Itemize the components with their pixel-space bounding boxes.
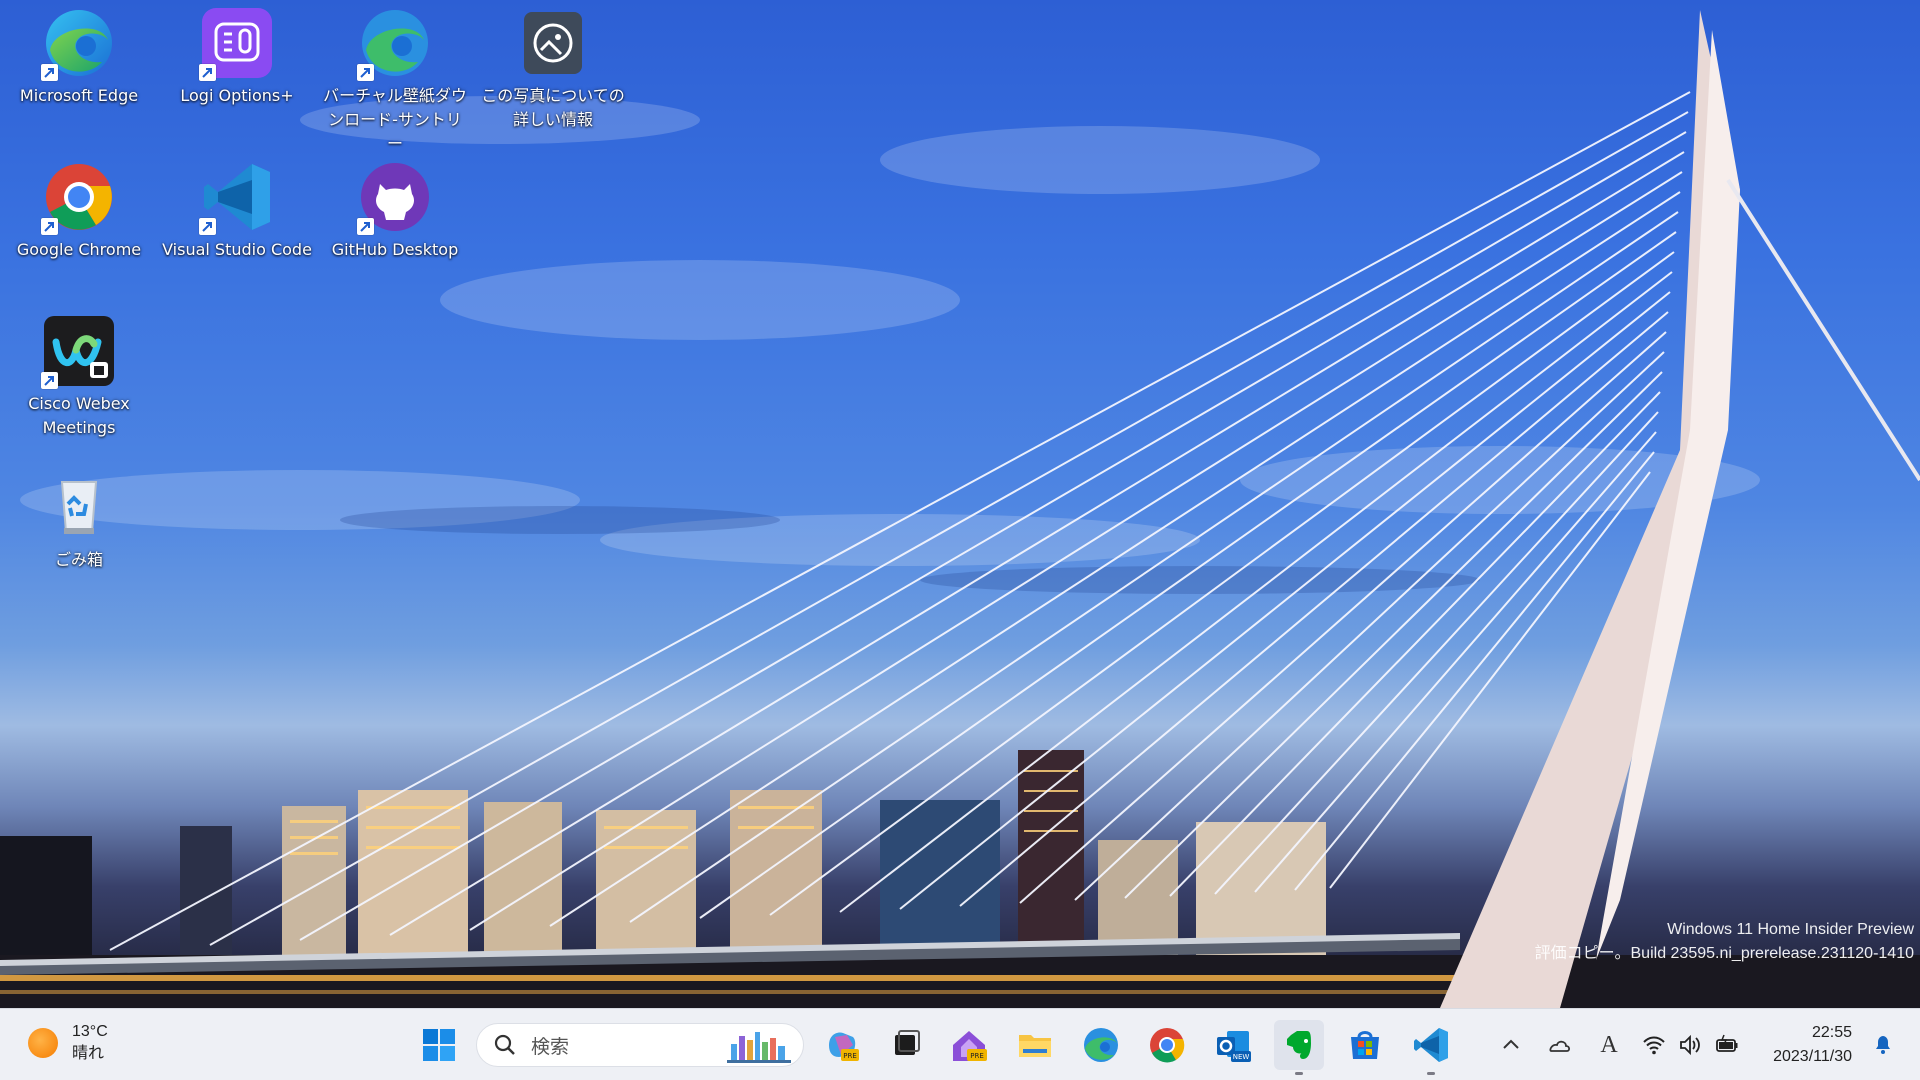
vscode-icon (199, 160, 274, 235)
desktop-icon-photo-info[interactable]: この写真についての詳しい情報 (474, 6, 632, 132)
desktop-icon-label: ごみ箱 (54, 550, 103, 569)
desktop-icon-cisco-webex[interactable]: Cisco Webex Meetings (0, 314, 158, 440)
file-explorer-icon (1019, 1035, 1051, 1057)
notification-bell-icon[interactable] (1870, 1031, 1896, 1057)
taskbar: 13°C 晴れ 検索 PRE PRE NEW A 22:55 2023/11/3… (0, 1008, 1920, 1080)
desktop-icon-label: バーチャル壁紙ダウンロード-サントリー (323, 86, 467, 153)
edge-icon (357, 6, 432, 81)
desktop-icon-recycle-bin[interactable]: ごみ箱 (0, 470, 158, 572)
weather-condition: 晴れ (72, 1045, 105, 1062)
start-button[interactable] (414, 1020, 464, 1070)
desktop-icon-vscode[interactable]: Visual Studio Code (158, 160, 316, 262)
start-icon (423, 1029, 455, 1061)
search-highlight-icon (727, 1032, 791, 1063)
search-icon (494, 1034, 515, 1055)
taskbar-search-box[interactable]: 検索 (476, 1023, 804, 1067)
weather-temperature: 13°C (72, 1023, 108, 1040)
show-hidden-icons-button[interactable] (1498, 1029, 1524, 1061)
desktop-icon-label: この写真についての詳しい情報 (481, 86, 625, 129)
svg-text:NEW: NEW (1233, 1053, 1250, 1061)
ime-icon: A (1600, 1031, 1618, 1058)
watermark-build: 評価コピー。Build 23595.ni_prerelease.231120-1… (1534, 945, 1914, 962)
network-button[interactable] (1640, 1029, 1668, 1061)
taskbar-file-explorer[interactable] (1010, 1020, 1060, 1070)
sun-icon (28, 1028, 58, 1058)
onedrive-icon (1549, 1040, 1571, 1052)
desktop-icon-google-chrome[interactable]: Google Chrome (0, 160, 158, 262)
copilot-preview-icon: PRE (829, 1032, 859, 1061)
vscode-icon (1414, 1028, 1448, 1062)
edge-icon (41, 6, 116, 81)
desktop-icon-microsoft-edge[interactable]: Microsoft Edge (0, 6, 158, 108)
volume-button[interactable] (1676, 1029, 1704, 1061)
taskbar-vscode[interactable] (1406, 1020, 1456, 1075)
desktop-icon-logi-options[interactable]: Logi Options+ (158, 6, 316, 108)
desktop-icon-virtual-wallpaper[interactable]: バーチャル壁紙ダウンロード-サントリー (316, 6, 474, 156)
running-indicator (1295, 1072, 1303, 1075)
task-view-icon (895, 1030, 920, 1055)
taskbar-evernote[interactable] (1274, 1020, 1324, 1075)
taskbar-outlook-new[interactable]: NEW (1208, 1020, 1258, 1070)
dev-home-preview-icon: PRE (953, 1031, 987, 1061)
desktop-icon-label: Microsoft Edge (19, 86, 139, 105)
github-icon (357, 160, 432, 235)
taskbar-microsoft-store[interactable] (1340, 1020, 1390, 1070)
taskbar-edge[interactable] (1076, 1020, 1126, 1070)
windows-build-watermark: Windows 11 Home Insider Preview 評価コピー。Bu… (1535, 918, 1914, 966)
wifi-icon (1643, 1036, 1665, 1055)
logi-options-icon (199, 6, 274, 81)
battery-button[interactable] (1712, 1029, 1742, 1061)
search-placeholder: 検索 (531, 1035, 570, 1058)
photo-info-icon (516, 6, 590, 80)
taskbar-clock[interactable]: 22:55 2023/11/30 (1773, 1021, 1852, 1069)
chrome-icon (1150, 1028, 1185, 1063)
ime-mode-button[interactable]: A (1594, 1029, 1624, 1061)
clock-date: 2023/11/30 (1773, 1048, 1852, 1065)
svg-text:PRE: PRE (970, 1052, 984, 1060)
desktop-icon-label: Cisco Webex Meetings (28, 394, 130, 437)
desktop-icon-label: GitHub Desktop (331, 240, 459, 259)
evernote-icon (1287, 1031, 1311, 1059)
running-indicator (1427, 1072, 1435, 1075)
onedrive-button[interactable] (1544, 1029, 1574, 1061)
microsoft-store-icon (1351, 1031, 1379, 1059)
desktop-icon-label: Logi Options+ (180, 86, 294, 105)
chrome-icon (41, 160, 116, 235)
chevron-up-icon (1503, 1039, 1519, 1049)
outlook-new-icon: NEW (1217, 1031, 1251, 1062)
webex-icon (41, 314, 116, 389)
desktop-icon-label: Google Chrome (16, 240, 142, 259)
svg-text:PRE: PRE (843, 1052, 857, 1060)
desktop-wallpaper (0, 0, 1920, 1008)
battery-icon (1716, 1034, 1738, 1052)
watermark-edition: Windows 11 Home Insider Preview (1667, 921, 1914, 938)
taskbar-copilot-preview[interactable]: PRE (816, 1020, 866, 1070)
desktop-icon-label: Visual Studio Code (162, 240, 312, 259)
recycle-bin-icon (42, 470, 116, 544)
taskbar-dev-home-preview[interactable]: PRE (944, 1020, 994, 1070)
volume-icon (1680, 1034, 1700, 1056)
weather-widget[interactable]: 13°C 晴れ (28, 1021, 108, 1065)
taskbar-chrome[interactable] (1142, 1020, 1192, 1070)
taskbar-task-view[interactable] (880, 1020, 930, 1070)
edge-icon (1084, 1028, 1118, 1062)
desktop-icon-github-desktop[interactable]: GitHub Desktop (316, 160, 474, 262)
clock-time: 22:55 (1811, 1024, 1852, 1041)
